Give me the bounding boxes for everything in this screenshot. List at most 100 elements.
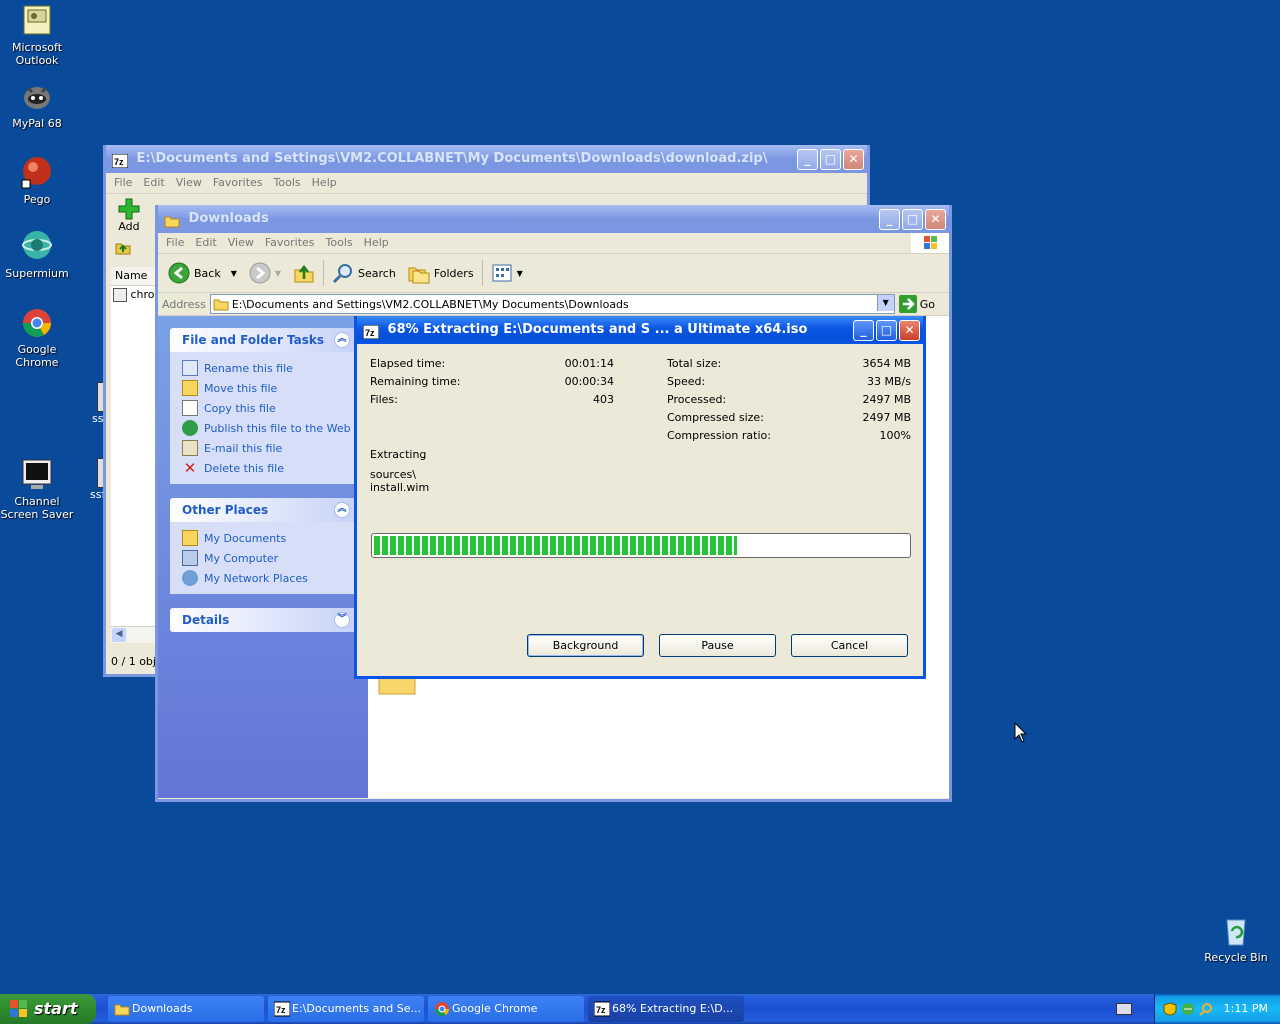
seven-zip-icon: 7z xyxy=(593,1001,611,1017)
menu-edit[interactable]: Edit xyxy=(195,236,216,249)
network-icon[interactable] xyxy=(1181,1002,1195,1016)
up-folder-icon[interactable] xyxy=(114,238,132,256)
forward-button[interactable]: ▼ xyxy=(245,260,285,286)
add-button[interactable]: Add xyxy=(114,198,144,233)
taskbar-item-chrome[interactable]: Google Chrome xyxy=(428,996,584,1022)
compressed-size-label: Compressed size: xyxy=(667,411,764,424)
collapse-chevron-icon[interactable]: ︽ xyxy=(334,502,350,518)
dialog-body: Elapsed time: 00:01:14 Remaining time: 0… xyxy=(357,344,923,691)
desktop-icon-pego[interactable]: Pego xyxy=(0,156,74,206)
expand-chevron-icon[interactable]: ︾ xyxy=(334,612,350,628)
task-rename-file[interactable]: Rename this file xyxy=(182,358,356,378)
network-places-icon xyxy=(182,570,198,586)
close-button[interactable]: ✕ xyxy=(843,149,864,170)
extract-progress-dialog[interactable]: 7z 68% Extracting E:\Documents and S ...… xyxy=(354,316,926,679)
maximize-button[interactable]: □ xyxy=(902,209,923,230)
menu-view[interactable]: View xyxy=(176,176,202,189)
current-file: install.wim xyxy=(370,481,430,494)
menu-file[interactable]: File xyxy=(114,176,132,189)
svg-text:7z: 7z xyxy=(365,328,375,338)
outlook-icon xyxy=(20,4,54,38)
background-button[interactable]: Background xyxy=(527,634,644,657)
place-my-documents[interactable]: My Documents xyxy=(182,528,356,548)
menu-help[interactable]: Help xyxy=(312,176,337,189)
close-button[interactable]: ✕ xyxy=(899,320,920,341)
menu-favorites[interactable]: Favorites xyxy=(265,236,315,249)
cancel-button[interactable]: Cancel xyxy=(791,634,908,657)
panel-title: File and Folder Tasks xyxy=(182,333,325,347)
task-delete-file[interactable]: ✕ Delete this file xyxy=(182,458,356,478)
place-network[interactable]: My Network Places xyxy=(182,568,356,588)
panel-header[interactable]: Details ︾ xyxy=(170,608,356,632)
place-my-computer[interactable]: My Computer xyxy=(182,548,356,568)
chrome-icon xyxy=(434,1001,450,1017)
elapsed-time-value: 00:01:14 xyxy=(564,357,614,370)
task-email-file[interactable]: E-mail this file xyxy=(182,438,356,458)
keyboard-icon[interactable] xyxy=(1116,1003,1132,1015)
desktop-icon-supermium[interactable]: Supermium xyxy=(0,230,74,280)
title-bar[interactable]: 7z 68% Extracting E:\Documents and S ...… xyxy=(357,316,923,344)
files-value: 403 xyxy=(593,393,614,406)
security-shield-icon[interactable] xyxy=(1163,1002,1177,1016)
svg-text:7z: 7z xyxy=(114,157,124,167)
task-publish-web[interactable]: Publish this file to the Web xyxy=(182,418,356,438)
up-button[interactable] xyxy=(289,260,319,286)
menu-edit[interactable]: Edit xyxy=(143,176,164,189)
copy-icon xyxy=(182,400,198,416)
task-move-file[interactable]: Move this file xyxy=(182,378,356,398)
task-copy-file[interactable]: Copy this file xyxy=(182,398,356,418)
go-button[interactable]: Go xyxy=(898,295,949,313)
processed-label: Processed: xyxy=(667,393,727,406)
minimize-button[interactable]: _ xyxy=(853,320,874,341)
horizontal-scrollbar[interactable]: ◀ xyxy=(111,626,156,643)
panel-title: Details xyxy=(182,613,230,627)
taskbar-item-zip-window[interactable]: 7z E:\Documents and Se... xyxy=(268,996,424,1022)
menu-view[interactable]: View xyxy=(228,236,254,249)
remaining-time-value: 00:00:34 xyxy=(564,375,614,388)
desktop-icon-chrome[interactable]: Google Chrome xyxy=(0,306,74,369)
minimize-button[interactable]: _ xyxy=(879,209,900,230)
start-button[interactable]: start xyxy=(0,994,96,1024)
desktop-icon-screensaver[interactable]: Channel Screen Saver xyxy=(0,458,74,521)
views-button[interactable]: ▼ xyxy=(487,260,527,286)
back-dropdown-icon[interactable]: ▼ xyxy=(231,269,237,278)
close-button[interactable]: ✕ xyxy=(925,209,946,230)
address-input[interactable]: E:\Documents and Settings\VM2.COLLABNET\… xyxy=(209,294,895,314)
taskbar-item-extract-progress[interactable]: 7z 68% Extracting E:\D... xyxy=(588,996,744,1022)
back-button[interactable]: Back ▼ xyxy=(164,260,241,286)
pause-button[interactable]: Pause xyxy=(659,634,776,657)
collapse-chevron-icon[interactable]: ︽ xyxy=(334,332,350,348)
desktop-icon-label: Pego xyxy=(23,193,51,206)
clock[interactable]: 1:11 PM xyxy=(1224,1002,1268,1015)
address-dropdown-icon[interactable]: ▼ xyxy=(876,295,894,311)
title-bar[interactable]: Downloads _ □ ✕ xyxy=(158,205,949,233)
menu-help[interactable]: Help xyxy=(364,236,389,249)
menu-favorites[interactable]: Favorites xyxy=(213,176,263,189)
search-button[interactable]: Search xyxy=(328,260,400,286)
list-item[interactable]: chron xyxy=(111,286,162,304)
search-icon[interactable] xyxy=(1199,1002,1213,1016)
menu-tools[interactable]: Tools xyxy=(326,236,353,249)
column-header-name[interactable]: Name xyxy=(111,267,156,286)
panel-header[interactable]: File and Folder Tasks ︽ xyxy=(170,328,356,352)
maximize-button[interactable]: □ xyxy=(876,320,897,341)
processed-value: 2497 MB xyxy=(862,393,911,406)
maximize-button[interactable]: □ xyxy=(820,149,841,170)
window-title: E:\Documents and Settings\VM2.COLLABNET\… xyxy=(136,151,768,166)
zip-file-list[interactable]: Name chron ◀ xyxy=(111,267,162,643)
panel-header[interactable]: Other Places ︽ xyxy=(170,498,356,522)
desktop-icon-mypal[interactable]: MyPal 68 xyxy=(0,80,74,130)
menu-tools[interactable]: Tools xyxy=(274,176,301,189)
desktop-icon-label: Recycle Bin xyxy=(1204,951,1268,964)
folders-button[interactable]: Folders xyxy=(404,260,478,286)
scroll-left-arrow-icon[interactable]: ◀ xyxy=(112,628,126,642)
menu-file[interactable]: File xyxy=(166,236,184,249)
desktop-icon-outlook[interactable]: Microsoft Outlook xyxy=(0,4,74,67)
forward-dropdown-icon[interactable]: ▼ xyxy=(275,269,281,278)
taskbar-item-downloads[interactable]: Downloads xyxy=(108,996,264,1022)
desktop-icon-recycle-bin[interactable]: Recycle Bin xyxy=(1199,914,1273,964)
extract-progress-bar xyxy=(371,533,911,558)
title-bar[interactable]: 7z E:\Documents and Settings\VM2.COLLABN… xyxy=(106,145,867,173)
menu-bar: File Edit View Favorites Tools Help xyxy=(158,233,949,254)
minimize-button[interactable]: _ xyxy=(797,149,818,170)
